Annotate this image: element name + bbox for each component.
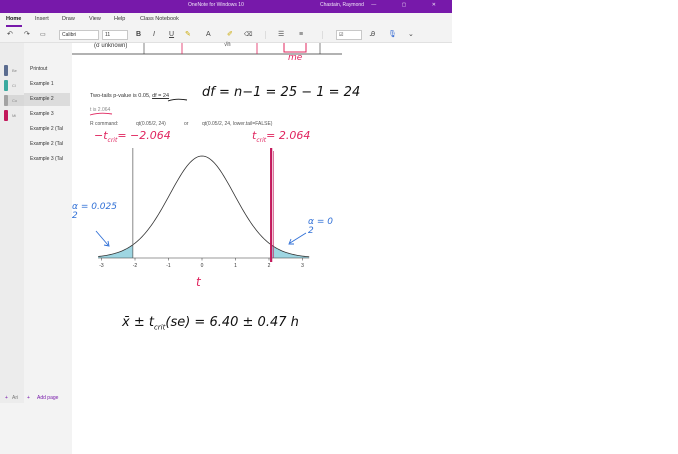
user-name[interactable]: Chastain, Raymond (320, 2, 364, 8)
x-tick-label: 1 (234, 263, 237, 269)
window-controls[interactable]: — ▢ ✕ (371, 2, 448, 8)
t-distribution-chart: -3 -2 -1 0 1 2 3 (72, 43, 342, 269)
section-color (4, 80, 8, 91)
note-canvas[interactable]: (σ unknown) √n me Two-tails p-value is 0… (72, 42, 452, 454)
toolbar-divider (265, 31, 266, 39)
page-item-printout[interactable]: Printout (24, 63, 70, 76)
highlighter-icon[interactable]: ✎ (185, 30, 191, 40)
chart-layer: -3 -2 -1 0 1 2 3 (98, 148, 310, 269)
clear-format-icon[interactable]: ⌫ (244, 30, 252, 40)
arrow-left-tail (95, 230, 110, 247)
section-item[interactable]: Mi (4, 110, 24, 121)
clipboard-icon[interactable]: ▭ (40, 30, 46, 40)
section-item[interactable]: Co (4, 95, 24, 106)
add-page-button[interactable]: Add page (37, 395, 58, 401)
add-page-icon[interactable]: + (27, 395, 30, 401)
x-tick-label: 0 (201, 263, 204, 269)
redo-icon[interactable]: ↷ (24, 30, 30, 40)
page-item-example-2[interactable]: Example 2 (24, 93, 70, 106)
format-painter-icon[interactable]: ✐ (227, 30, 233, 40)
dictate-icon[interactable]: 🎙 (388, 30, 397, 40)
section-color (4, 110, 8, 121)
x-tick-label: -3 (99, 263, 104, 269)
add-section-icon[interactable]: + (5, 395, 8, 401)
tab-view[interactable]: View (89, 16, 101, 22)
numbering-icon[interactable]: ≡ (299, 30, 303, 40)
section-color (4, 95, 8, 106)
page-item-example-3[interactable]: Example 3 (24, 108, 70, 121)
toolbar-divider (322, 31, 323, 39)
tab-help[interactable]: Help (114, 16, 125, 22)
page-item-example-3-tal[interactable]: Example 3 (Tal (24, 153, 70, 166)
app-title: OneNote for Windows 10 (188, 2, 244, 8)
ribbon-tabs: Home Insert Draw View Help Class Noteboo… (0, 13, 452, 27)
title-bar: OneNote for Windows 10 Chastain, Raymond… (0, 0, 452, 13)
page-item-example-1[interactable]: Example 1 (24, 78, 70, 91)
x-tick-label: 3 (301, 263, 304, 269)
section-item[interactable]: Cl (4, 80, 24, 91)
page-item-example-2-tal[interactable]: Example 2 (Tal (24, 123, 70, 136)
section-item[interactable]: Be (4, 65, 24, 76)
underline-button[interactable]: U (169, 30, 174, 40)
section-list: Be Cl Co Mi (0, 43, 24, 403)
handwritten-underline (167, 98, 188, 102)
add-section-button[interactable]: Ari (12, 395, 18, 401)
x-tick-label: 2 (268, 263, 271, 269)
x-tick-label: -2 (133, 263, 138, 269)
tab-insert[interactable]: Insert (35, 16, 49, 22)
page-item-example-2-tal-b[interactable]: Example 2 (Tal (24, 138, 70, 151)
style-icon[interactable]: Ꭿ (370, 30, 375, 40)
font-size-select[interactable]: 11 (102, 30, 128, 40)
font-color-icon[interactable]: A (206, 30, 211, 40)
bold-button[interactable]: B (136, 30, 141, 40)
tag-select[interactable]: ☑ (336, 30, 362, 40)
section-color (4, 65, 8, 76)
undo-icon[interactable]: ↶ (7, 30, 13, 40)
tab-class-notebook[interactable]: Class Notebook (140, 16, 179, 22)
tab-home[interactable]: Home (6, 16, 21, 22)
bullets-icon[interactable]: ☰ (278, 30, 284, 40)
density-curve (98, 155, 310, 258)
font-name-select[interactable]: Calibri (59, 30, 99, 40)
handwritten-underline-red (89, 112, 113, 116)
italic-button[interactable]: I (153, 30, 155, 40)
tab-draw[interactable]: Draw (62, 16, 75, 22)
arrow-right-tail (288, 232, 307, 245)
x-tick-label: -1 (166, 263, 171, 269)
navigation-pane: Be Cl Co Mi Printout Example 1 Example 2… (0, 43, 72, 454)
toolbar: ↶ ↷ ▭ Calibri 11 B I U ✎ A ✐ ⌫ ☰ ≡ ☑ Ꭿ 🎙… (0, 27, 452, 43)
more-options-icon[interactable]: ⌄ (408, 30, 414, 40)
handwritten-me-bracket (283, 43, 307, 53)
empty-workspace (452, 0, 678, 454)
onenote-app: OneNote for Windows 10 Chastain, Raymond… (0, 0, 678, 454)
